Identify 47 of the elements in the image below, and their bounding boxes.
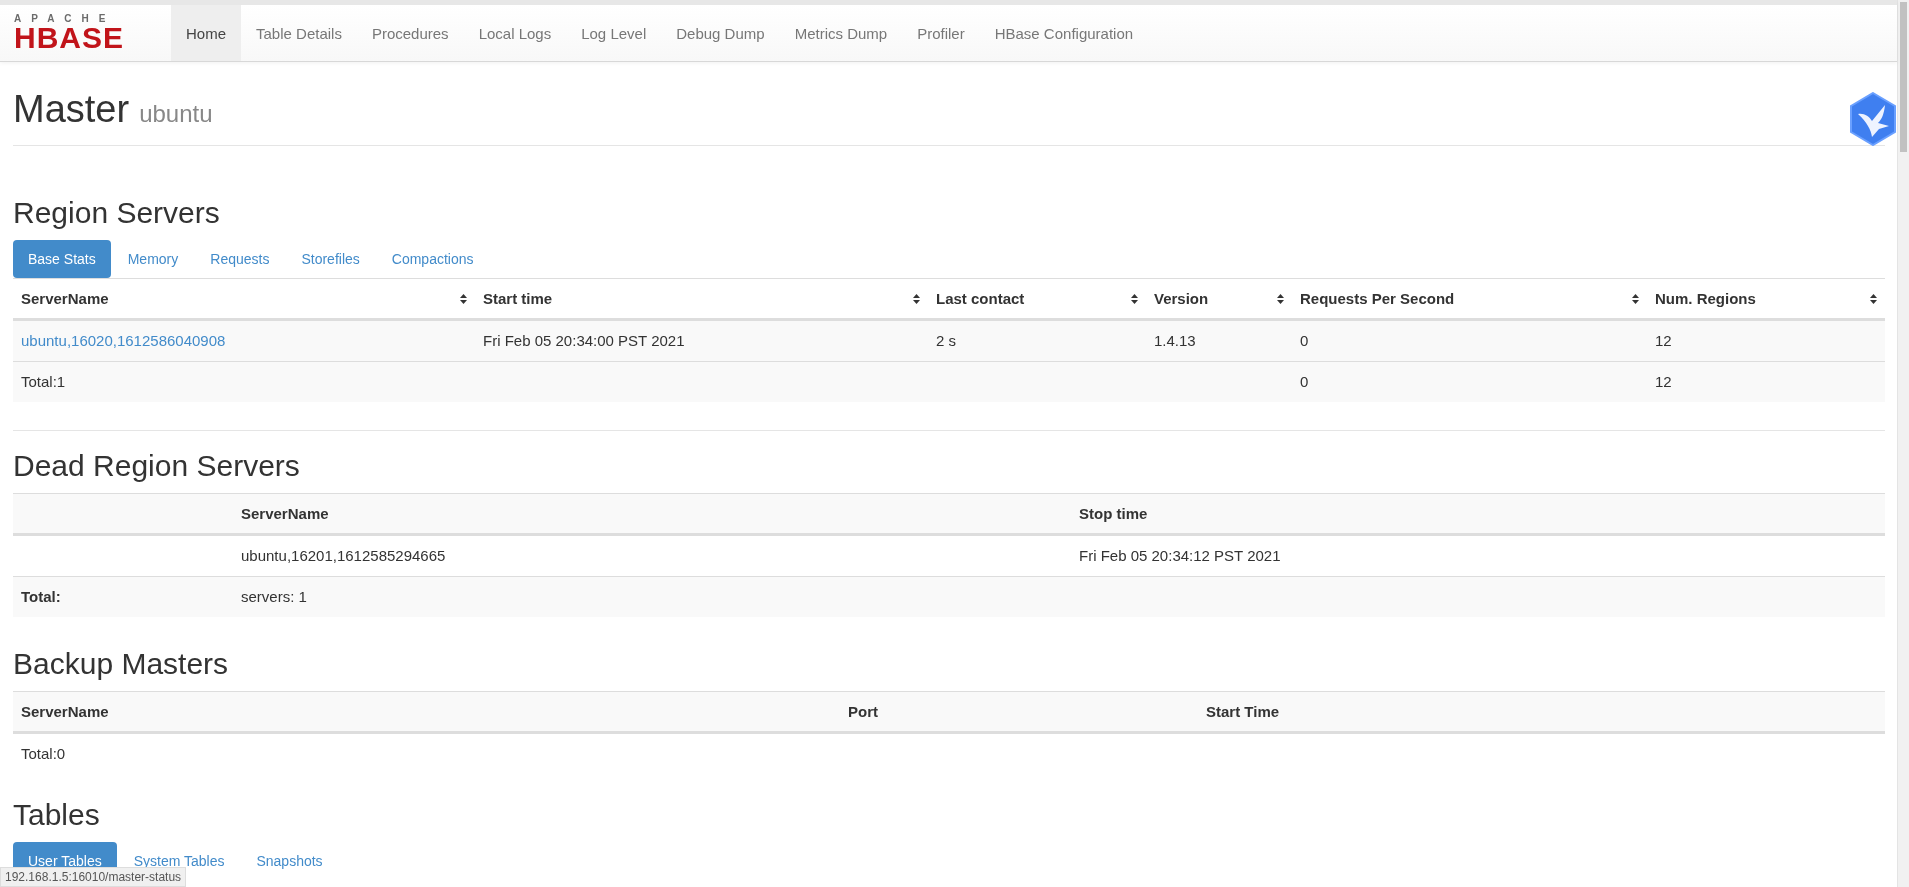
tab[interactable]: Snapshots (241, 842, 338, 880)
scrollbar-thumb[interactable] (1900, 2, 1907, 152)
section-heading: Tables (13, 798, 101, 832)
table-cell: 2 s (928, 320, 1146, 361)
nav-link[interactable]: Metrics Dump (779, 5, 903, 61)
nav-link[interactable]: Debug Dump (661, 5, 780, 61)
table-cell: servers: 1 (233, 576, 1071, 617)
tab[interactable]: Storefiles (286, 240, 375, 278)
nav-link[interactable]: Local Logs (463, 5, 567, 61)
sort-icon[interactable] (1870, 293, 1877, 304)
section-heading: Region Servers (13, 196, 221, 230)
column-header: Stop time (1071, 493, 1885, 535)
tab[interactable]: Compactions (376, 240, 489, 278)
table-cell: Total: (13, 576, 233, 617)
table-cell: 12 (1647, 320, 1885, 361)
table-cell: 12 (1647, 361, 1885, 402)
table-cell: Fri Feb 05 20:34:00 PST 2021 (475, 320, 928, 361)
column-header: Start Time (1198, 691, 1885, 733)
sort-icon[interactable] (1632, 293, 1639, 304)
table-cell: 0 (1292, 361, 1647, 402)
nav-link[interactable]: Profiler (902, 5, 980, 61)
page-subtitle: ubuntu (139, 100, 213, 128)
server-link[interactable]: ubuntu,16020,1612586040908 (21, 332, 226, 349)
column-header: ServerName (13, 691, 840, 733)
column-header: ServerName (233, 493, 1071, 535)
tab[interactable]: Base Stats (13, 240, 111, 278)
sort-icon[interactable] (460, 293, 467, 304)
nav-link[interactable]: HBase Configuration (979, 5, 1149, 61)
tab[interactable]: Memory (112, 240, 194, 278)
bird-icon[interactable] (1849, 92, 1897, 146)
url-tooltip: 192.168.1.5:16010/master-status (0, 867, 187, 887)
page-title: Master (13, 88, 130, 131)
table-cell: 0 (1292, 320, 1647, 361)
logo[interactable]: APACHE HBASE (10, 5, 171, 61)
sort-icon[interactable] (913, 293, 920, 304)
sort-icon[interactable] (1131, 293, 1138, 304)
section-heading: Backup Masters (13, 647, 230, 681)
table-cell: Total:1 (13, 361, 475, 402)
section-heading: Dead Region Servers (13, 449, 301, 483)
table-cell: 1.4.13 (1146, 320, 1292, 361)
nav-link[interactable]: Home (171, 5, 241, 61)
column-header: Port (840, 691, 1198, 733)
nav-link[interactable]: Log Level (566, 5, 662, 61)
tab[interactable]: Requests (195, 240, 285, 278)
nav-link[interactable]: Procedures (356, 5, 464, 61)
nav-link[interactable]: Table Details (241, 5, 357, 61)
sort-icon[interactable] (1277, 293, 1284, 304)
